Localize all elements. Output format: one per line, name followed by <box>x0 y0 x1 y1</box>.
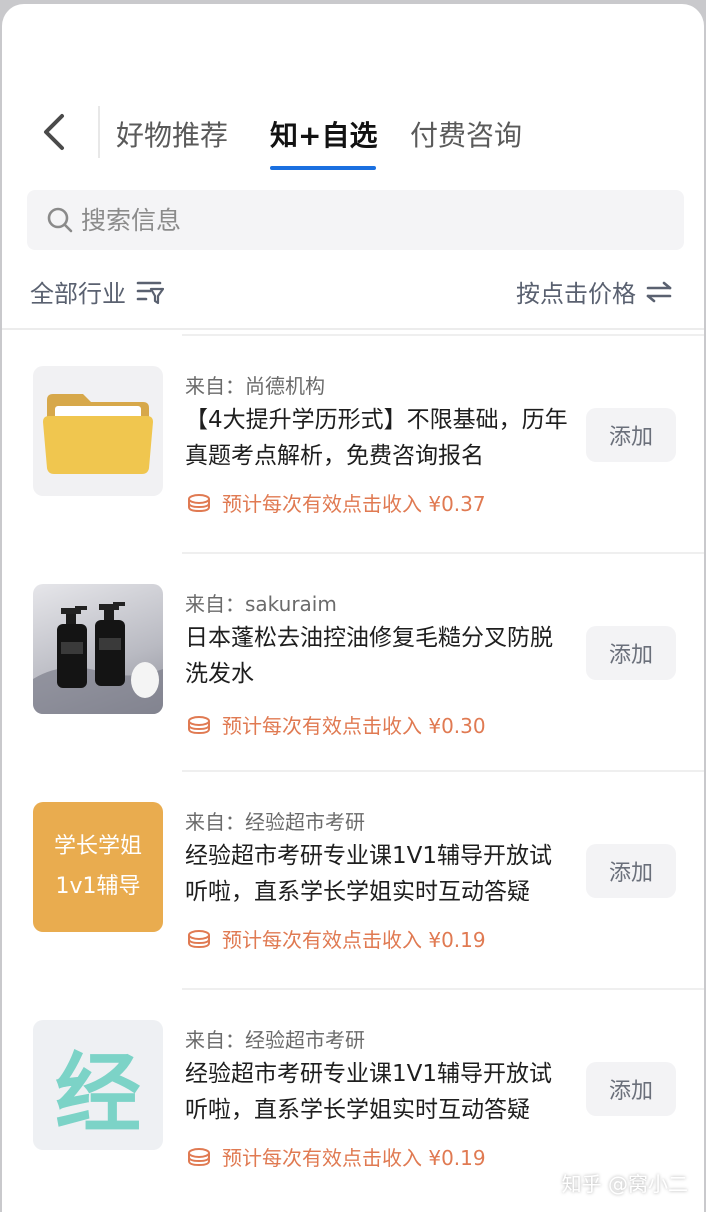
panel-sheet: 好物推荐 知+自选 付费咨询 全部行业 按点击价格 <box>2 4 704 1212</box>
divider <box>182 552 704 554</box>
industry-filter-button[interactable]: 全部行业 <box>30 274 164 309</box>
ad-list: 来自：尚德机构 【4大提升学历形式】不限基础，历年真题考点解析，免费咨询报名 预… <box>2 334 704 1206</box>
jing-logo-thumbnail: 经 <box>33 1020 163 1150</box>
tab-zhi-plus-selection[interactable]: 知+自选 <box>270 114 377 154</box>
add-button[interactable]: 添加 <box>586 626 676 680</box>
divider <box>182 770 704 772</box>
search-icon <box>47 207 73 233</box>
tab-paid-consulting[interactable]: 付费咨询 <box>410 114 522 154</box>
coin-icon <box>188 493 210 512</box>
thumbnail-text: 1v1辅导 <box>55 874 141 899</box>
sort-label: 按点击价格 <box>516 280 636 308</box>
swap-arrows-icon <box>646 281 672 302</box>
item-income: 预计每次有效点击收入 ¥0.19 <box>186 924 486 953</box>
thumbnail-text: 学长学姐 <box>53 834 142 859</box>
filter-row: 全部行业 按点击价格 <box>2 266 704 322</box>
income-text: 预计每次有效点击收入 ¥0.30 <box>222 714 486 738</box>
item-title: 日本蓬松去油控油修复毛糙分叉防脱洗发水 <box>185 625 553 687</box>
item-source: 来自：尚德机构 <box>185 374 325 398</box>
divider <box>98 106 100 158</box>
income-text: 预计每次有效点击收入 ¥0.37 <box>222 492 486 516</box>
item-income: 预计每次有效点击收入 ¥0.19 <box>186 1142 486 1171</box>
add-button[interactable]: 添加 <box>586 844 676 898</box>
shampoo-thumbnail <box>33 584 163 714</box>
watermark: 知乎 @窝小二 <box>561 1172 688 1196</box>
divider <box>2 328 704 330</box>
list-item[interactable]: 来自：尚德机构 【4大提升学历形式】不限基础，历年真题考点解析，免费咨询报名 预… <box>2 334 704 552</box>
sort-by-price-button[interactable]: 按点击价格 <box>516 274 672 309</box>
back-button[interactable] <box>32 110 76 154</box>
search-bar[interactable] <box>27 190 684 250</box>
tutoring-thumbnail: 学长学姐 1v1辅导 <box>33 802 163 932</box>
item-source: 来自：经验超市考研 <box>185 810 365 834</box>
coin-icon <box>188 1147 210 1166</box>
industry-filter-label: 全部行业 <box>30 280 126 308</box>
item-title: 【4大提升学历形式】不限基础，历年真题考点解析，免费咨询报名 <box>185 407 568 469</box>
list-item[interactable]: 来自：sakuraim 日本蓬松去油控油修复毛糙分叉防脱洗发水 预计每次有效点击… <box>2 552 704 770</box>
item-source: 来自：经验超市考研 <box>185 1028 365 1052</box>
divider <box>182 334 704 336</box>
divider <box>182 988 704 990</box>
item-title: 经验超市考研专业课1V1辅导开放试听啦，直系学长学姐实时互动答疑 <box>185 843 553 905</box>
filter-icon <box>136 281 164 304</box>
shampoo-bottles-image <box>33 602 163 714</box>
coin-icon <box>188 715 210 734</box>
add-button[interactable]: 添加 <box>586 408 676 462</box>
item-income: 预计每次有效点击收入 ¥0.37 <box>186 488 486 517</box>
tab-bar: 好物推荐 知+自选 付费咨询 <box>2 100 704 172</box>
search-input[interactable] <box>81 205 641 235</box>
coin-icon <box>188 929 210 948</box>
add-button[interactable]: 添加 <box>586 1062 676 1116</box>
item-source: 来自：sakuraim <box>185 592 337 616</box>
item-income: 预计每次有效点击收入 ¥0.30 <box>186 710 486 739</box>
folder-icon <box>43 394 153 474</box>
active-tab-indicator <box>270 166 376 170</box>
income-text: 预计每次有效点击收入 ¥0.19 <box>222 1146 486 1170</box>
list-item[interactable]: 学长学姐 1v1辅导 来自：经验超市考研 经验超市考研专业课1V1辅导开放试听啦… <box>2 770 704 988</box>
chevron-left-icon <box>44 114 64 150</box>
logo-glyph: 经 <box>55 1043 141 1144</box>
item-title: 经验超市考研专业课1V1辅导开放试听啦，直系学长学姐实时互动答疑 <box>185 1061 553 1123</box>
tab-goods-recommend[interactable]: 好物推荐 <box>116 114 228 154</box>
folder-thumbnail <box>33 366 163 496</box>
income-text: 预计每次有效点击收入 ¥0.19 <box>222 928 486 952</box>
